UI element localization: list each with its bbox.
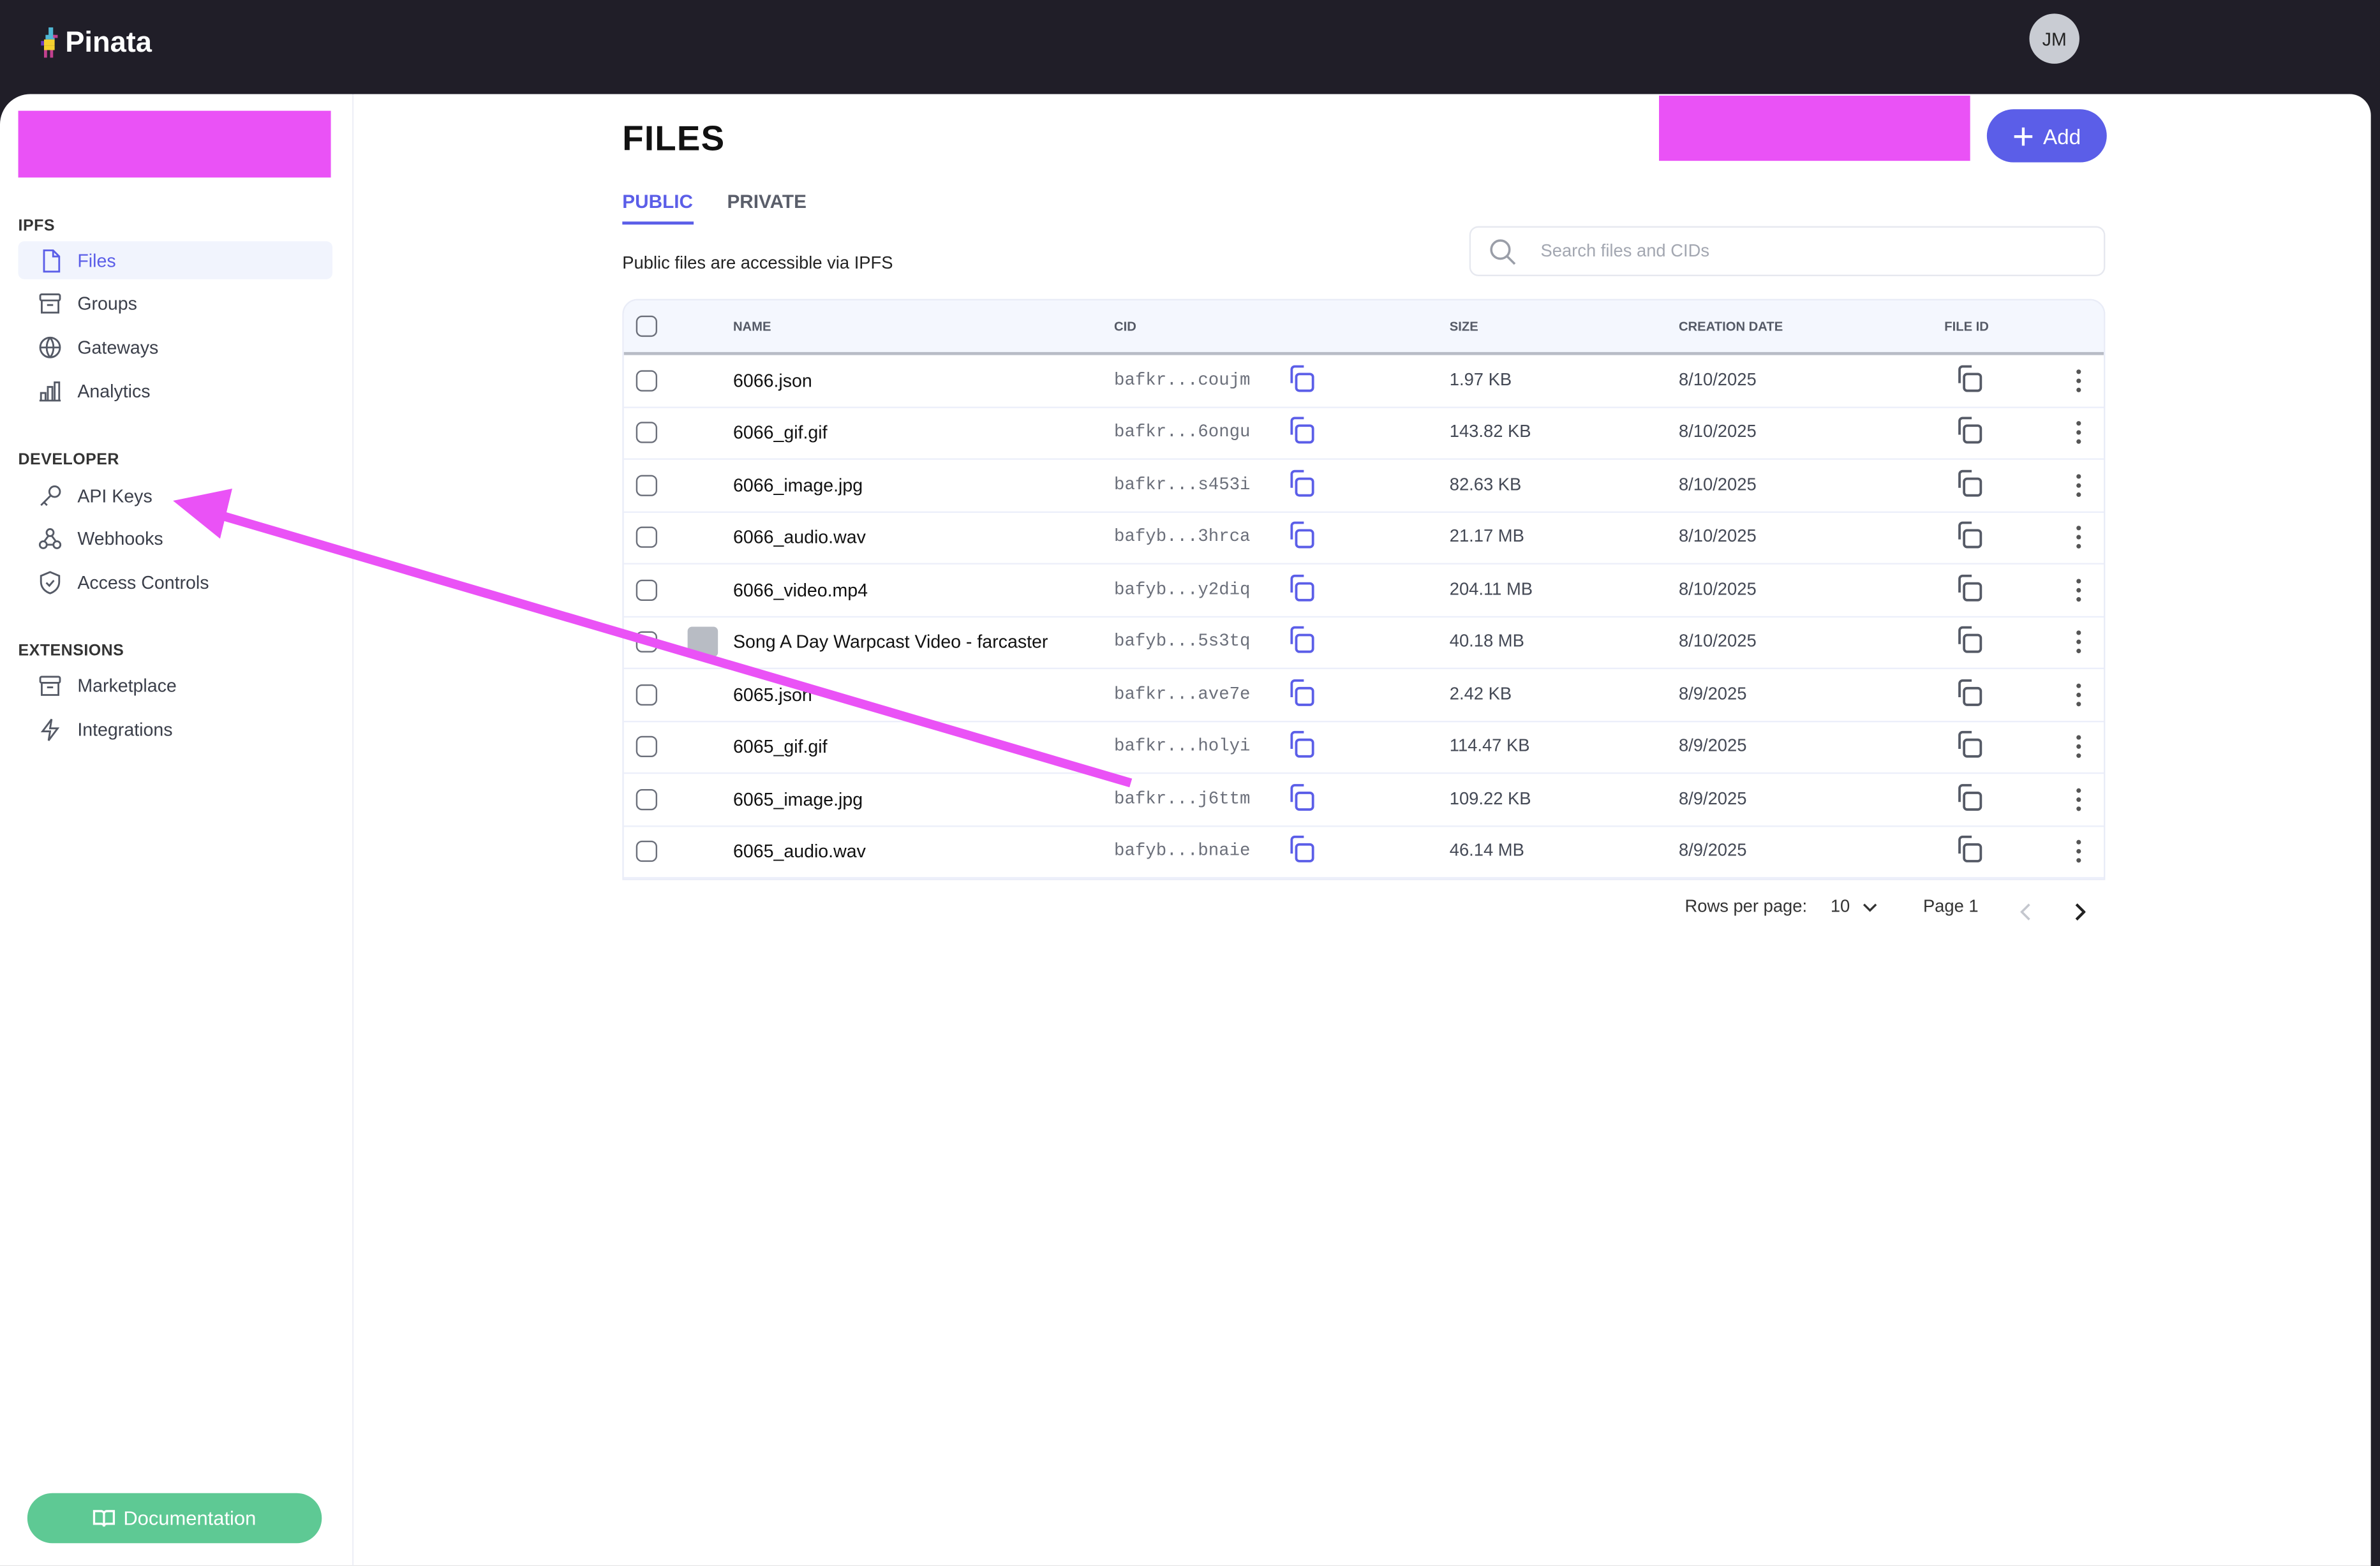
annotation-arrow xyxy=(173,488,1133,788)
